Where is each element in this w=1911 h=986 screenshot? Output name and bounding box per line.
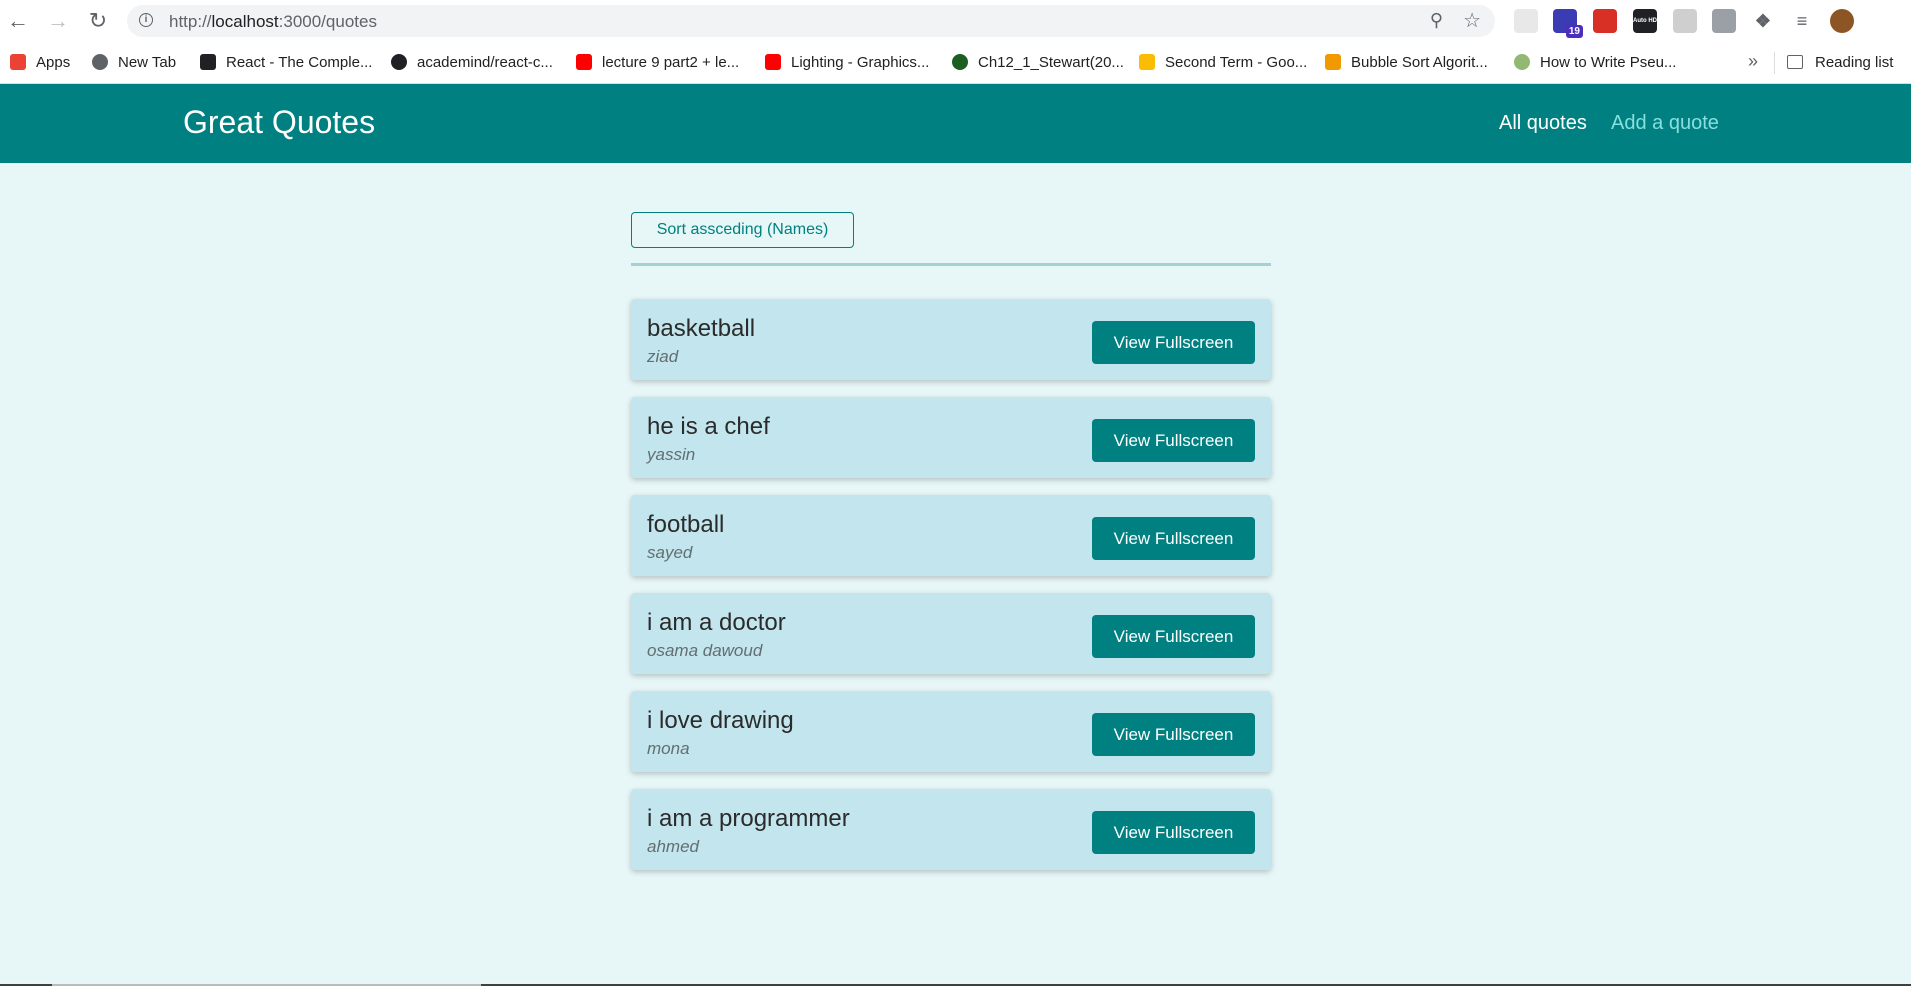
red-ext-icon[interactable]	[1593, 9, 1617, 33]
quote-text: i love drawing	[647, 707, 794, 734]
back-arrow-icon[interactable]: ←	[4, 7, 32, 35]
nav-add-quote-link[interactable]: Add a quote	[1611, 112, 1719, 135]
quote-item: football sayed View Fullscreen	[631, 495, 1271, 576]
reading-list-icon	[1787, 55, 1803, 69]
bookmark-item[interactable]: Second Term - Goo...	[1139, 50, 1307, 74]
extension-label: Auto HD	[1633, 17, 1657, 24]
view-fullscreen-button[interactable]: View Fullscreen	[1092, 615, 1255, 658]
bookmark-label: Lighting - Graphics...	[791, 53, 930, 71]
url-scheme: http://	[169, 12, 212, 31]
quote-author: ziad	[647, 347, 679, 366]
bookmark-label: lecture 9 part2 + le...	[602, 53, 740, 71]
bookmark-item[interactable]: Bubble Sort Algorit...	[1325, 50, 1488, 74]
quote-item: he is a chef yassin View Fullscreen	[631, 397, 1271, 478]
bookmark-item[interactable]: lecture 9 part2 + le...	[576, 50, 739, 74]
view-fullscreen-button[interactable]: View Fullscreen	[1092, 517, 1255, 560]
view-fullscreen-button[interactable]: View Fullscreen	[1092, 419, 1255, 462]
reading-list-button[interactable]: Reading list	[1787, 50, 1893, 74]
globe-icon	[92, 54, 108, 70]
youtube-icon	[765, 54, 781, 70]
orange-site-icon	[1325, 54, 1341, 70]
bookmark-item[interactable]: academind/react-c...	[391, 50, 553, 74]
bookmark-item[interactable]: React - The Comple...	[200, 50, 372, 74]
nav-all-quotes-link[interactable]: All quotes	[1499, 112, 1587, 135]
graduation-cap-ext-icon[interactable]: 19	[1553, 9, 1583, 38]
bookmark-star-icon[interactable]: ☆	[1463, 8, 1481, 33]
app-header: Great Quotes All quotes Add a quote	[0, 84, 1911, 163]
quote-item: basketball ziad View Fullscreen	[631, 299, 1271, 380]
browser-toolbar: ← → ↻ i http://localhost:3000/quotes ⚲ ☆…	[0, 0, 1911, 42]
bookmark-label: New Tab	[118, 53, 177, 71]
quote-author: osama dawoud	[647, 641, 763, 660]
calendar-ext-icon[interactable]	[1514, 9, 1538, 33]
quote-text: i am a programmer	[647, 805, 850, 832]
university-seal-icon	[952, 54, 968, 70]
view-fullscreen-button[interactable]: View Fullscreen	[1092, 811, 1255, 854]
bookmark-label: Ch12_1_Stewart(20...	[978, 53, 1124, 71]
bookmark-label: Bubble Sort Algorit...	[1351, 53, 1488, 71]
bookmarks-separator	[1774, 52, 1775, 74]
quote-item: i am a programmer ahmed View Fullscreen	[631, 789, 1271, 870]
quote-text: he is a chef	[647, 413, 770, 440]
url-host: localhost	[211, 12, 279, 31]
bookmarks-overflow-icon[interactable]: »	[1748, 51, 1758, 72]
bookmark-label: academind/react-c...	[417, 53, 553, 71]
bookmark-item[interactable]: Apps	[10, 50, 70, 74]
quote-item: i am a doctor osama dawoud View Fullscreen	[631, 593, 1271, 674]
bookmark-item[interactable]: Lighting - Graphics...	[765, 50, 929, 74]
google-drive-icon	[1139, 54, 1155, 70]
quote-author: ahmed	[647, 837, 699, 856]
bookmark-label: How to Write Pseu...	[1540, 53, 1677, 71]
quote-author: yassin	[647, 445, 696, 464]
extension-badge: 19	[1565, 25, 1583, 38]
reload-icon[interactable]: ↻	[84, 7, 112, 35]
youtube-icon	[576, 54, 592, 70]
bookmark-item[interactable]: New Tab	[92, 50, 176, 74]
download-icon	[200, 54, 216, 70]
camera-ext-icon[interactable]	[1712, 9, 1736, 33]
url-path: :3000/quotes	[278, 12, 377, 31]
forward-arrow-icon[interactable]: →	[44, 7, 72, 35]
bookmark-label: Second Term - Goo...	[1165, 53, 1308, 71]
bookmark-item[interactable]: How to Write Pseu...	[1514, 50, 1676, 74]
app-logo: Great Quotes	[183, 104, 376, 140]
bookmark-label: Apps	[36, 53, 71, 71]
quote-author: sayed	[647, 543, 693, 562]
view-fullscreen-button[interactable]: View Fullscreen	[1092, 321, 1255, 364]
circle-ext-icon[interactable]	[1673, 9, 1697, 33]
reading-list-label: Reading list	[1815, 53, 1894, 71]
address-url[interactable]: http://localhost:3000/quotes	[169, 12, 377, 32]
site-info-icon[interactable]: i	[139, 13, 153, 27]
quote-text: football	[647, 511, 725, 538]
sort-divider	[631, 263, 1271, 266]
quote-item: i love drawing mona View Fullscreen	[631, 691, 1271, 772]
quote-text: basketball	[647, 315, 756, 342]
puzzle-icon[interactable]: ❖	[1751, 9, 1775, 33]
wikihow-icon	[1514, 54, 1530, 70]
bookmarks-bar: Apps New Tab React - The Comple... academin…	[0, 42, 1911, 84]
auto-hd-ext-icon[interactable]: Auto HD	[1633, 9, 1657, 33]
quote-author: mona	[647, 739, 690, 758]
bookmark-item[interactable]: Ch12_1_Stewart(20...	[952, 50, 1124, 74]
github-icon	[391, 54, 407, 70]
profile-avatar[interactable]	[1830, 9, 1854, 33]
apps-grid-icon	[10, 54, 26, 70]
view-fullscreen-button[interactable]: View Fullscreen	[1092, 713, 1255, 756]
quote-text: i am a doctor	[647, 609, 786, 636]
sort-button[interactable]: Sort assceding (Names)	[631, 212, 854, 248]
media-list-icon[interactable]: ≡	[1790, 9, 1814, 33]
address-bar[interactable]: i http://localhost:3000/quotes ⚲ ☆	[127, 5, 1495, 37]
bookmark-label: React - The Comple...	[226, 53, 373, 71]
zoom-icon[interactable]: ⚲	[1430, 10, 1443, 31]
